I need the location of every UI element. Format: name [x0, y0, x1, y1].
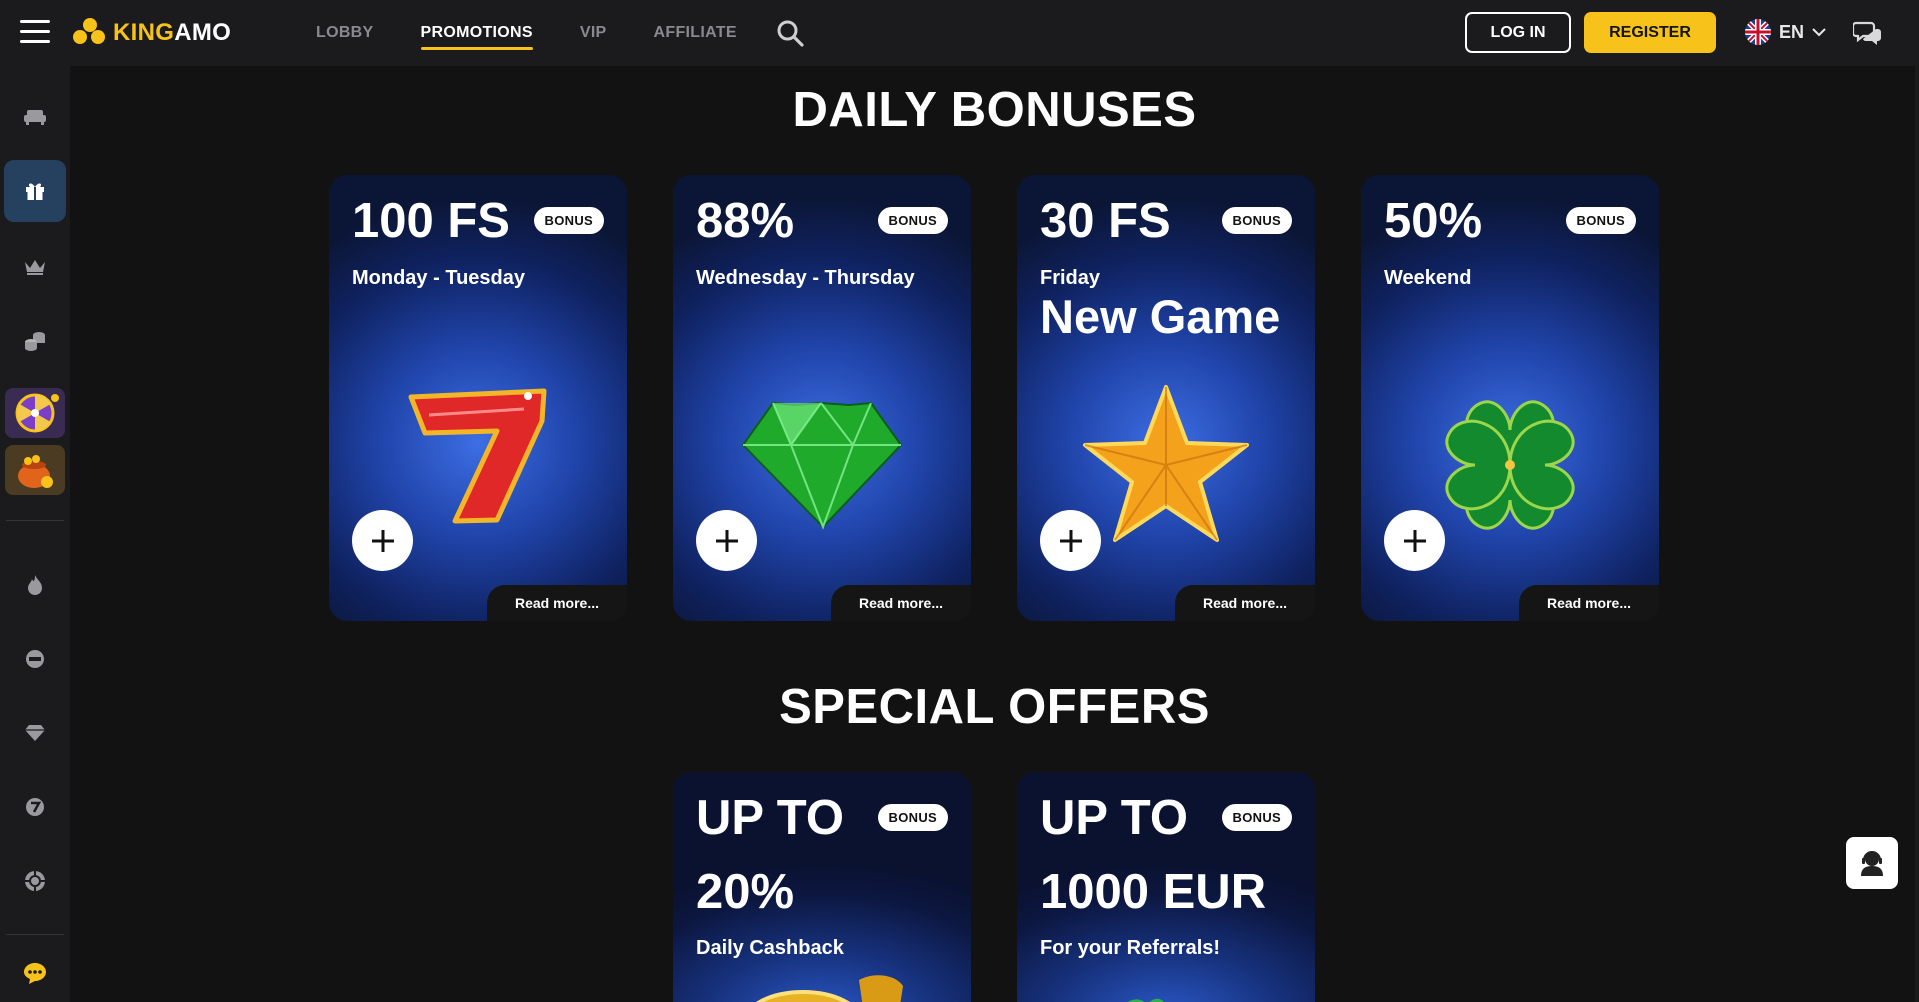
logo[interactable]: KINGAMO	[73, 17, 231, 49]
daily-bonuses-title: DAILY BONUSES	[792, 83, 1197, 137]
read-more-link[interactable]: Read more...	[1519, 585, 1659, 621]
sidebar-item-wheel[interactable]	[5, 388, 65, 438]
nav-lobby[interactable]: LOBBY	[316, 18, 374, 48]
bonus-days: Friday	[1040, 267, 1101, 289]
add-bonus-button[interactable]	[1384, 510, 1445, 571]
crown-icon	[25, 260, 45, 275]
offer-card-referrals[interactable]: UP TO BONUS 1000 EUR For your Referrals!	[1017, 772, 1315, 1002]
offer-subtitle: Daily Cashback	[696, 937, 844, 959]
special-offers-title: SPECIAL OFFERS	[779, 680, 1210, 734]
bonus-badge: BONUS	[1565, 207, 1636, 234]
left-sidebar	[0, 66, 70, 1002]
offer-card-cashback[interactable]: UP TO BONUS 20% Daily Cashback	[673, 772, 971, 1002]
notification-dot	[51, 394, 59, 402]
fire-icon	[28, 575, 42, 595]
offer-subtitle: For your Referrals!	[1040, 937, 1221, 959]
sidebar-item-coins[interactable]	[4, 310, 66, 372]
add-bonus-button[interactable]	[1040, 510, 1101, 571]
support-agent-button[interactable]	[1846, 837, 1898, 889]
offer-badge: BONUS	[1221, 804, 1292, 831]
offer-line2: 20%	[696, 865, 795, 919]
chat-icon[interactable]	[1851, 18, 1883, 48]
chat-bubble-icon	[24, 963, 46, 984]
read-more-link[interactable]: Read more...	[831, 585, 971, 621]
plus-icon	[1059, 529, 1082, 552]
coins-icon	[25, 332, 45, 351]
bonus-badge: BONUS	[533, 207, 604, 234]
bonus-value: 100 FS	[352, 194, 510, 248]
nav-promotions[interactable]: PROMOTIONS	[420, 18, 534, 50]
bonus-value: 30 FS	[1040, 194, 1171, 248]
poker-chip-icon	[24, 870, 46, 892]
diamond-icon	[25, 725, 45, 741]
register-button[interactable]: REGISTER	[1584, 12, 1716, 53]
bonus-badge: BONUS	[877, 207, 948, 234]
logo-mark-icon	[73, 18, 109, 48]
lobby-sofa-icon	[24, 110, 46, 125]
sidebar-item-new[interactable]	[4, 628, 66, 690]
bonus-badge: BONUS	[1221, 207, 1292, 234]
offer-line2: 1000 EUR	[1040, 865, 1267, 919]
plus-icon	[715, 529, 738, 552]
offer-line1: UP TO	[696, 791, 844, 845]
login-button[interactable]: LOG IN	[1465, 12, 1571, 53]
add-bonus-button[interactable]	[352, 510, 413, 571]
sidebar-item-chat[interactable]	[4, 942, 66, 1002]
plus-icon	[371, 529, 394, 552]
language-code: EN	[1779, 21, 1805, 42]
search-icon[interactable]	[776, 19, 804, 47]
chevron-down-icon	[1812, 28, 1826, 37]
gift-icon	[26, 183, 44, 200]
add-bonus-button[interactable]	[696, 510, 757, 571]
bonus-days: Wednesday - Thursday	[696, 267, 915, 289]
sidebar-item-hot[interactable]	[4, 554, 66, 616]
bonus-card-monday-tuesday[interactable]: 100 FS BONUS Monday - Tuesday Read more.…	[329, 175, 627, 621]
main-nav: LOBBY PROMOTIONS VIP AFFILIATE	[316, 0, 737, 66]
page-scrollbar[interactable]	[1915, 66, 1919, 1002]
bonus-card-friday[interactable]: 30 FS BONUS Friday New Game Read more...	[1017, 175, 1315, 621]
bonus-card-wednesday-thursday[interactable]: 88% BONUS Wednesday - Thursday Read more…	[673, 175, 971, 621]
sidebar-item-lobby[interactable]	[4, 86, 66, 148]
logo-text: KINGAMO	[113, 19, 232, 46]
sidebar-item-promotions[interactable]	[4, 160, 66, 222]
sidebar-item-live[interactable]	[4, 850, 66, 912]
sidebar-item-treasure[interactable]	[5, 445, 65, 495]
offer-line1: UP TO	[1040, 791, 1188, 845]
uk-flag-icon	[1745, 19, 1771, 45]
language-selector[interactable]: EN	[1745, 19, 1826, 45]
bonus-days: Weekend	[1384, 267, 1472, 289]
top-header: KINGAMO LOBBY PROMOTIONS VIP AFFILIATE L…	[0, 0, 1919, 66]
offer-badge: BONUS	[877, 804, 948, 831]
support-agent-icon	[1861, 851, 1883, 876]
nav-vip[interactable]: VIP	[580, 18, 607, 48]
bonus-card-weekend[interactable]: 50% BONUS Weekend Read more...	[1361, 175, 1659, 621]
bonus-value: 50%	[1384, 194, 1483, 248]
bonus-value: 88%	[696, 194, 795, 248]
sidebar-item-sevens[interactable]	[4, 776, 66, 838]
number-seven-icon	[26, 798, 44, 816]
nav-affiliate[interactable]: AFFILIATE	[654, 18, 737, 48]
read-more-link[interactable]: Read more...	[1175, 585, 1315, 621]
new-icon	[26, 650, 44, 668]
bonus-days: Monday - Tuesday	[352, 267, 525, 289]
sidebar-divider	[6, 520, 64, 521]
read-more-link[interactable]: Read more...	[487, 585, 627, 621]
sidebar-item-vip[interactable]	[4, 236, 66, 298]
wheel-of-fortune-icon	[15, 393, 55, 433]
sidebar-item-diamond[interactable]	[4, 702, 66, 764]
bonus-new-game: New Game	[1040, 290, 1281, 343]
treasure-pot-icon	[18, 455, 53, 488]
plus-icon	[1403, 529, 1426, 552]
menu-burger-icon[interactable]	[20, 20, 50, 44]
sidebar-divider	[6, 934, 64, 935]
